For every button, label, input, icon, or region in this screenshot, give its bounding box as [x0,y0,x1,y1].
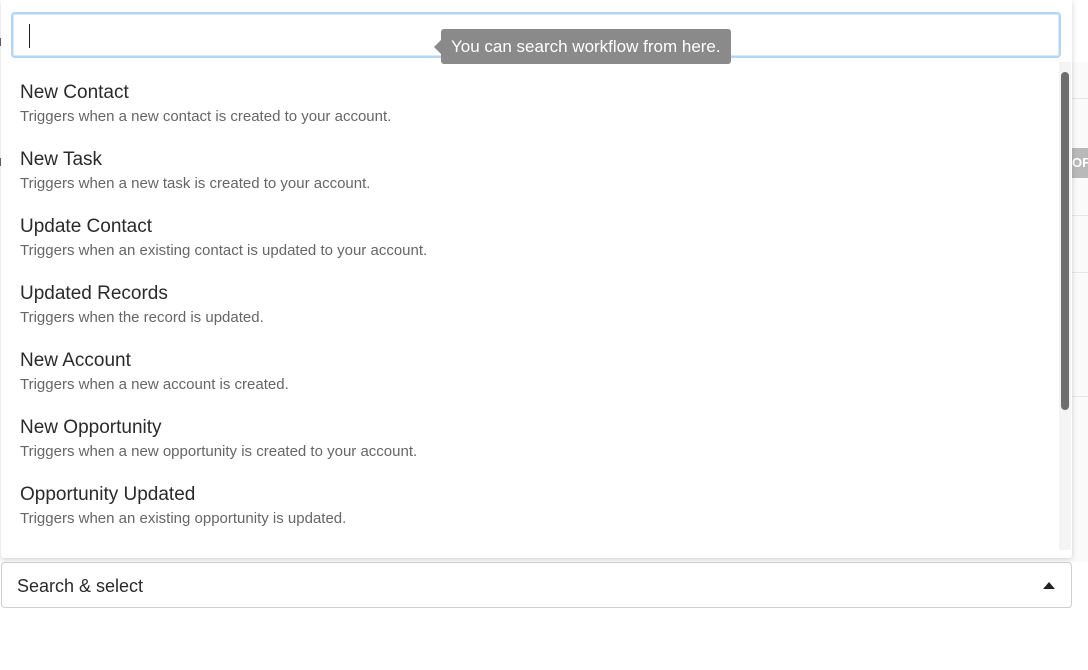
trigger-select[interactable]: Search & select [1,562,1072,608]
background-divider [1072,396,1088,397]
list-item[interactable]: New Account Triggers when a new account … [1,338,1059,405]
trigger-description: Triggers when a new contact is created t… [20,108,392,125]
trigger-select-page: OF You can search workflow from here. Ne… [0,0,1088,670]
trigger-title: Updated Records [20,283,168,304]
trigger-description: Triggers when a new account is created. [20,376,289,393]
search-tooltip: You can search workflow from here. [434,29,731,64]
trigger-description: Triggers when the record is updated. [20,309,264,326]
trigger-description: Triggers when an existing opportunity is… [20,510,347,527]
background-divider [1072,215,1088,216]
background-panel [1072,62,1088,562]
trigger-title: New Opportunity [20,417,162,438]
trigger-description: Triggers when an existing contact is upd… [20,242,428,259]
caret-up-icon[interactable] [1043,582,1055,589]
list-item[interactable]: New Opportunity Triggers when a new oppo… [1,405,1059,472]
list-item[interactable]: New Task Triggers when a new task is cre… [1,137,1059,204]
background-divider [1072,98,1088,99]
text-cursor [29,24,30,48]
trigger-description: Triggers when a new task is created to y… [20,175,371,192]
trigger-title: New Task [20,149,103,170]
trigger-title: Update Contact [20,216,153,237]
scrollbar-thumb[interactable] [1061,72,1069,410]
background-toggle-badge: OF [1072,148,1088,178]
scrollbar[interactable] [1059,62,1071,550]
background-toggle-text: OF [1072,155,1088,170]
select-label: Search & select [17,576,144,596]
trigger-title: Opportunity Updated [20,484,196,505]
trigger-description: Triggers when a new opportunity is creat… [20,443,418,460]
trigger-list: New Contact Triggers when a new contact … [1,70,1059,550]
trigger-title: New Account [20,350,131,371]
list-item[interactable]: Update Contact Triggers when an existing… [1,204,1059,271]
list-item[interactable]: Opportunity Updated Triggers when an exi… [1,472,1059,539]
background-divider [1072,272,1088,273]
trigger-title: New Contact [20,82,129,103]
list-item[interactable]: New Contact Triggers when a new contact … [1,70,1059,137]
trigger-dropdown: You can search workflow from here. New C… [1,0,1072,558]
list-item[interactable]: Updated Records Triggers when the record… [1,271,1059,338]
